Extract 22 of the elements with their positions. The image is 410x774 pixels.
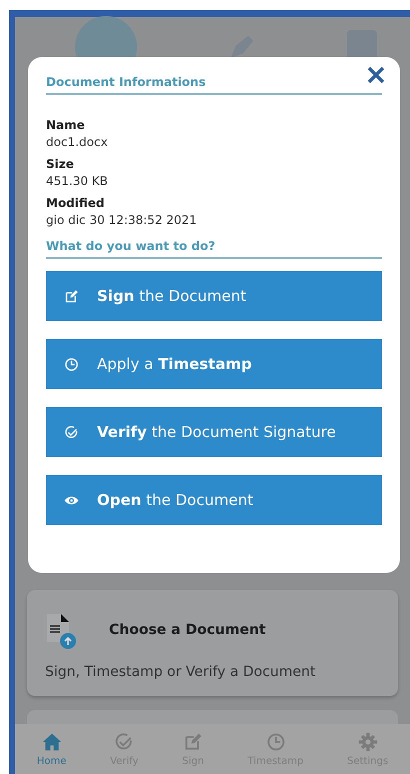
- check-circle-icon: [114, 732, 134, 752]
- nav-tab[interactable]: Home: [36, 732, 66, 766]
- dialog-title: Document Informations: [46, 75, 382, 95]
- edit-icon: [64, 288, 79, 304]
- field-label: Size: [46, 157, 75, 171]
- action-button[interactable]: Apply a Timestamp: [46, 339, 382, 389]
- card-subtitle: Sign, Timestamp or Verify a Document: [45, 664, 317, 680]
- section-heading: What do you want to do?: [46, 239, 382, 259]
- edit-icon: [183, 732, 204, 752]
- action-button[interactable]: Open the Document: [46, 475, 382, 525]
- settings-icon: [358, 732, 378, 752]
- document-card[interactable]: Choose a Document Sign, Timestamp or Verify a Document: [27, 590, 398, 696]
- home-icon: [42, 732, 62, 752]
- card-title: Choose a Document: [109, 622, 266, 638]
- field-value: gio dic 30 12:38:52 2021: [46, 213, 198, 227]
- field-label: Modified: [46, 196, 106, 210]
- check-circle-icon: [64, 424, 79, 440]
- field-value: doc1.docx: [46, 135, 109, 149]
- field-label: Name: [46, 118, 86, 132]
- action-button[interactable]: Sign the Document: [46, 271, 382, 321]
- action-button[interactable]: Verify the Document Signature: [46, 407, 382, 457]
- field-value: 451.30 KB: [46, 174, 109, 188]
